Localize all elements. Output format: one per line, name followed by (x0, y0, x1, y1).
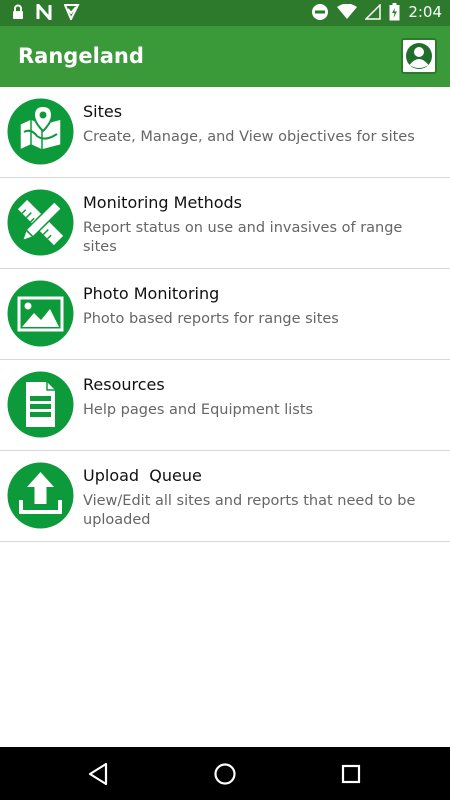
profile-button[interactable] (401, 38, 437, 74)
home-icon[interactable] (212, 761, 238, 787)
image-icon (7, 280, 74, 347)
recents-icon[interactable] (338, 761, 364, 787)
menu-item-subtitle: Photo based reports for range sites (83, 311, 339, 327)
menu-item-sites[interactable]: Sites Create, Manage, and View objective… (0, 87, 450, 178)
map-pin-icon (7, 98, 74, 165)
wifi-icon (337, 4, 358, 19)
app-bar: Rangeland (0, 26, 450, 87)
menu-item-upload-queue[interactable]: Upload Queue View/Edit all sites and rep… (0, 451, 450, 542)
status-right-icons: 2:04 (311, 3, 442, 21)
check-notification-icon (64, 4, 80, 20)
menu-item-subtitle: View/Edit all sites and reports that nee… (83, 493, 416, 528)
menu-item-title: Monitoring Methods (83, 193, 242, 212)
signal-icon (365, 4, 382, 20)
n-notification-icon (36, 4, 52, 20)
menu-item-subtitle: Create, Manage, and View objectives for … (83, 129, 415, 145)
status-time: 2:04 (408, 3, 442, 21)
lock-icon (13, 4, 23, 19)
menu-item-subtitle: Help pages and Equipment lists (83, 402, 314, 418)
menu-item-title: Upload Queue (83, 466, 202, 485)
menu-list: Sites Create, Manage, and View objective… (0, 87, 450, 542)
app-title: Rangeland (18, 44, 144, 68)
menu-item-title: Resources (83, 375, 165, 394)
menu-item-resources[interactable]: Resources Help pages and Equipment lists (0, 360, 450, 451)
menu-item-subtitle: Report status on use and invasives of ra… (83, 220, 403, 255)
ruler-pencil-icon (7, 189, 74, 256)
upload-icon (7, 462, 74, 529)
status-left-icons (12, 4, 80, 20)
navigation-bar (0, 747, 450, 800)
menu-item-monitoring-methods[interactable]: Monitoring Methods Report status on use … (0, 178, 450, 269)
menu-item-title: Photo Monitoring (83, 284, 220, 303)
battery-icon (389, 3, 400, 21)
back-icon[interactable] (86, 761, 112, 787)
dnd-icon (312, 4, 329, 20)
profile-icon (406, 43, 432, 69)
status-bar: 2:04 (0, 0, 450, 26)
document-icon (7, 371, 74, 438)
menu-item-title: Sites (83, 102, 123, 121)
menu-item-photo-monitoring[interactable]: Photo Monitoring Photo based reports for… (0, 269, 450, 360)
